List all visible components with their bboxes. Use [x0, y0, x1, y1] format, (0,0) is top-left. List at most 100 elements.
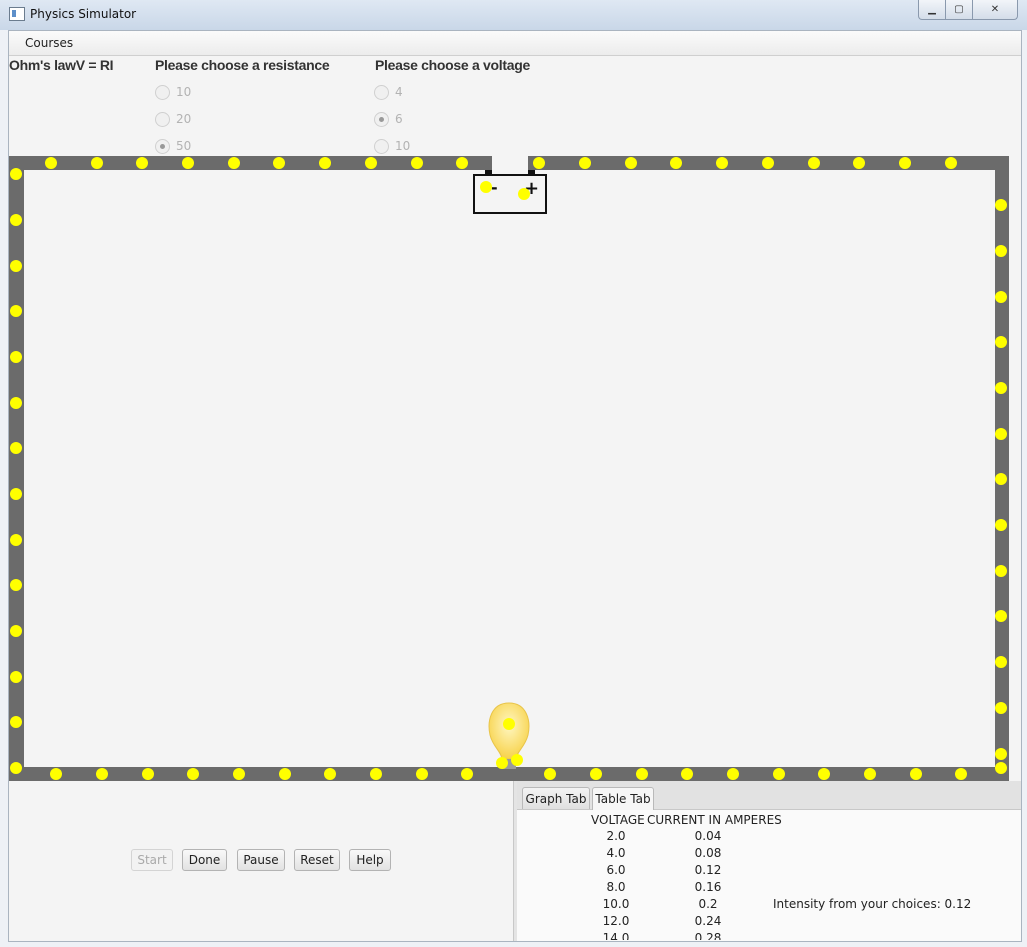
electron [187, 768, 199, 780]
electron [10, 442, 22, 454]
circuit-diagram: - + [9, 156, 1009, 781]
electrons [10, 157, 1007, 780]
tab-graph[interactable]: Graph Tab [522, 787, 590, 809]
bottom-wire [9, 767, 1009, 781]
electron [818, 768, 830, 780]
table-cell-voltage: 14.0 [602, 931, 630, 940]
lightbulb-icon [488, 702, 530, 769]
electron [10, 305, 22, 317]
app-icon [9, 7, 25, 21]
table-cell-voltage: 2.0 [606, 829, 626, 843]
reset-button[interactable]: Reset [294, 849, 340, 871]
table-cell-current: 0.16 [694, 880, 722, 894]
electron [416, 768, 428, 780]
electron [864, 768, 876, 780]
electron [50, 768, 62, 780]
electron [995, 245, 1007, 257]
electron [995, 382, 1007, 394]
electron [727, 768, 739, 780]
electron [142, 768, 154, 780]
battery-terminal-minus [485, 170, 492, 175]
electron [279, 768, 291, 780]
electron [182, 157, 194, 169]
electron [636, 768, 648, 780]
electron [995, 762, 1007, 774]
electron [319, 157, 331, 169]
electron [411, 157, 423, 169]
electron [995, 656, 1007, 668]
electron [10, 671, 22, 683]
electron [995, 610, 1007, 622]
electron [544, 768, 556, 780]
electron [10, 214, 22, 226]
electron [995, 336, 1007, 348]
tab-table[interactable]: Table Tab [592, 787, 654, 810]
table-cell-voltage: 6.0 [606, 863, 626, 877]
battery-icon: - + [473, 170, 547, 214]
bulb-glass [488, 702, 530, 760]
electron [503, 718, 515, 730]
electron [995, 702, 1007, 714]
electron [10, 534, 22, 546]
electron [461, 768, 473, 780]
electron [579, 157, 591, 169]
electron [10, 351, 22, 363]
done-button[interactable]: Done [182, 849, 227, 871]
table-cell-voltage: 10.0 [602, 897, 630, 911]
electron [910, 768, 922, 780]
close-button[interactable]: ✕ [973, 0, 1018, 20]
electron [10, 579, 22, 591]
help-button[interactable]: Help [349, 849, 391, 871]
table-cell-voltage: 4.0 [606, 846, 626, 860]
electron [681, 768, 693, 780]
table-cell-voltage: 12.0 [602, 914, 630, 928]
tab-header: Graph Tab Table Tab [517, 781, 1021, 810]
electron [899, 157, 911, 169]
electron [995, 519, 1007, 531]
window-titlebar[interactable]: Physics Simulator ▁ ▢ ✕ [0, 0, 1027, 30]
battery-minus-label: - [491, 178, 498, 197]
electron [995, 199, 1007, 211]
left-wire [9, 156, 24, 781]
table-cell-current: 0.2 [698, 897, 718, 911]
electron [496, 757, 508, 769]
table-cell-current: 0.08 [694, 846, 722, 860]
electron [96, 768, 108, 780]
table-cell-current: 0.12 [694, 863, 722, 877]
electron [370, 768, 382, 780]
electron [136, 157, 148, 169]
electron [10, 397, 22, 409]
electron [590, 768, 602, 780]
electron [233, 768, 245, 780]
pause-button[interactable]: Pause [237, 849, 285, 871]
electron [533, 157, 545, 169]
table-cell-voltage: 8.0 [606, 880, 626, 894]
intensity-readout: Intensity from your choices: 0.12 [773, 897, 972, 911]
window-controls: ▁ ▢ ✕ [918, 0, 1018, 20]
minimize-button[interactable]: ▁ [918, 0, 946, 20]
electron [995, 565, 1007, 577]
electron [955, 768, 967, 780]
wires [9, 156, 1009, 781]
electron [511, 754, 523, 766]
maximize-button[interactable]: ▢ [946, 0, 973, 20]
app-client-area: Courses Ohm's lawV = RI Please choose a … [8, 30, 1022, 942]
electron [10, 625, 22, 637]
electron [716, 157, 728, 169]
electron [45, 157, 57, 169]
electron [945, 157, 957, 169]
electron [995, 748, 1007, 760]
electron [995, 291, 1007, 303]
battery-terminal-plus [528, 170, 535, 175]
electron [10, 716, 22, 728]
table-cell-current: 0.28 [694, 931, 722, 940]
electron [625, 157, 637, 169]
column-header-current: CURRENT IN AMPERES [647, 813, 782, 827]
electron [518, 188, 530, 200]
electron [228, 157, 240, 169]
electron [91, 157, 103, 169]
electron [10, 168, 22, 180]
start-button[interactable]: Start [131, 849, 173, 871]
electron [480, 181, 492, 193]
electron [808, 157, 820, 169]
